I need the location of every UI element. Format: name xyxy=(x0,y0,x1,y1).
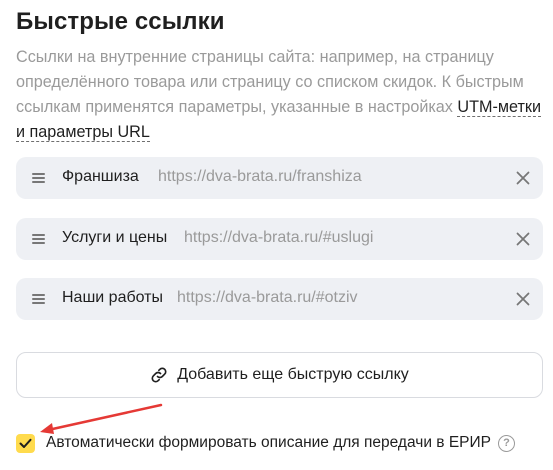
quick-links-section: Быстрые ссылки Ссылки на внутренние стра… xyxy=(0,0,553,470)
add-quick-link-label: Добавить еще быструю ссылку xyxy=(177,366,409,383)
quick-link-name: Наши работы xyxy=(62,289,164,306)
quick-link-url: https://dva-brata.ru/#otziv xyxy=(177,289,358,306)
quick-link-url: https://dva-brata.ru/franshiza xyxy=(158,168,362,185)
quick-link-name: Услуги и цены xyxy=(62,229,168,246)
drag-handle-icon[interactable] xyxy=(32,172,45,184)
quick-link-row[interactable]: Наши работы https://dva-brata.ru/#otziv xyxy=(16,278,543,320)
red-arrow-annotation xyxy=(40,403,163,434)
drag-handle-icon[interactable] xyxy=(32,233,45,245)
auto-description-checkbox[interactable] xyxy=(16,433,35,453)
checkmark-icon xyxy=(19,438,32,448)
question-circle-icon[interactable]: ? xyxy=(497,434,515,452)
auto-description-label: Автоматически формировать описание для п… xyxy=(46,434,491,451)
drag-handle-icon[interactable] xyxy=(32,293,45,305)
quick-link-row[interactable]: Услуги и цены https://dva-brata.ru/#uslu… xyxy=(16,218,543,260)
auto-description-option[interactable]: Автоматически формировать описание для п… xyxy=(16,432,515,454)
add-quick-link-button[interactable]: Добавить еще быструю ссылку xyxy=(16,352,543,398)
quick-link-url: https://dva-brata.ru/#uslugi xyxy=(184,229,374,246)
section-title: Быстрые ссылки xyxy=(16,8,225,35)
close-icon[interactable] xyxy=(516,232,530,246)
close-icon[interactable] xyxy=(516,171,530,185)
quick-link-row[interactable]: Франшиза https://dva-brata.ru/franshiza xyxy=(16,157,543,199)
section-description: Ссылки на внутренние страницы сайта: нап… xyxy=(16,45,546,145)
link-icon xyxy=(151,367,167,383)
description-text: Ссылки на внутренние страницы сайта: нап… xyxy=(16,48,524,116)
close-icon[interactable] xyxy=(516,292,530,306)
quick-link-name: Франшиза xyxy=(62,168,139,185)
